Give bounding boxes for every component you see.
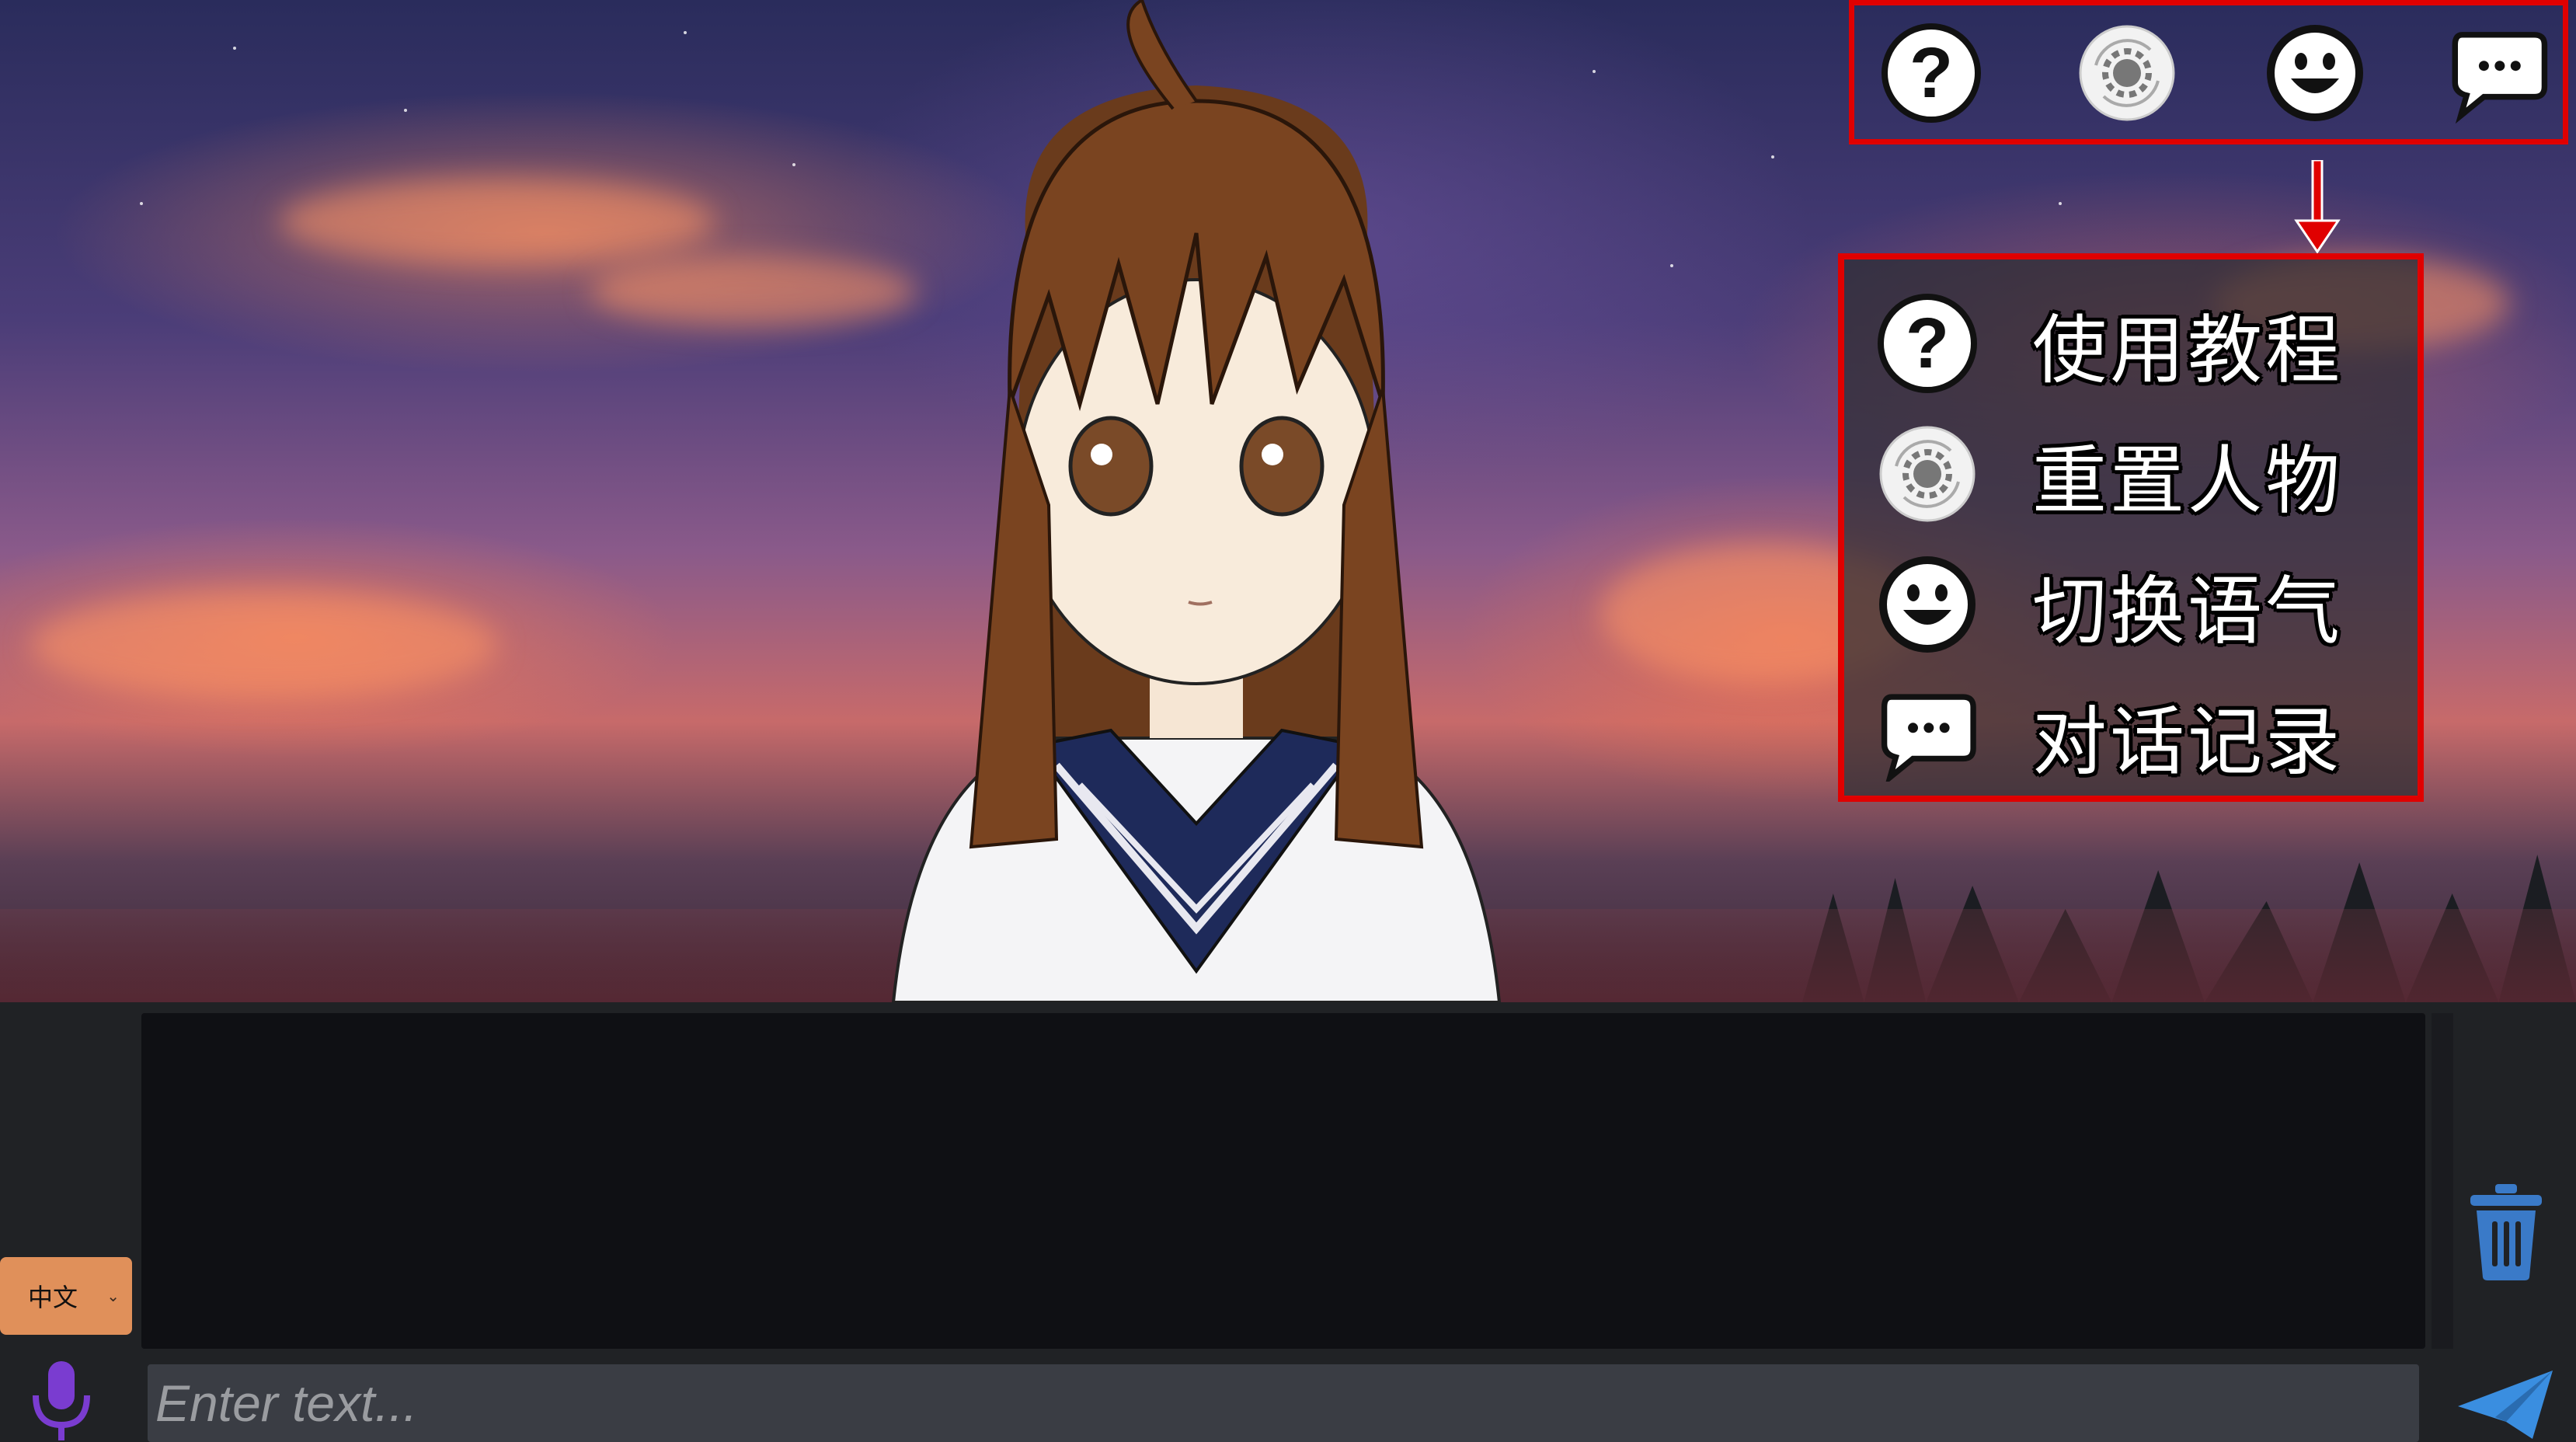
message-input[interactable] [148,1364,2419,1442]
menu-item-chat-history[interactable]: 对话记录 [1877,681,2390,789]
svg-text:?: ? [1909,33,1953,113]
emotion-icon [1879,556,1976,653]
reset-character-icon [2079,25,2175,121]
help-button[interactable]: ? [1881,23,1982,124]
dialog-output-box[interactable] [141,1013,2425,1349]
function-menu: ? 使用教程 重置人物 切换语气 对话记录 [1838,253,2424,802]
chat-history-button[interactable] [2448,23,2549,124]
chat-history-icon [1881,694,1976,782]
menu-item-label: 切换语气 [2032,567,2343,655]
microphone-icon[interactable] [28,1360,95,1442]
emotion-icon [2267,25,2363,121]
language-value: 中文 [28,1283,78,1312]
trash-icon[interactable] [2467,1181,2545,1282]
send-icon[interactable] [2455,1367,2556,1442]
character-illustration [891,0,1502,1004]
chat-panel: 中文 ⌄ [0,1002,2576,1442]
menu-item-switch-tone[interactable]: 切换语气 [1877,550,2390,659]
menu-item-label: 对话记录 [2032,698,2343,785]
anime-character [847,0,1546,1004]
app-window: ? ? 使用教程 重置人物 切换语气 对话记录 中文 ⌄ Enter text.… [0,0,2576,1442]
help-icon: ? [1882,23,1981,123]
help-icon: ? [1878,294,1977,393]
reset-character-icon [1879,426,1976,522]
chevron-down-icon: ⌄ [106,1287,120,1305]
down-arrow-indicator [2294,160,2341,253]
emotion-button[interactable] [2264,23,2365,124]
reset-character-button[interactable] [2076,23,2177,124]
menu-item-label: 重置人物 [2032,437,2343,524]
top-toolbar: ? [1849,0,2568,145]
chat-history-icon [2452,32,2548,124]
language-select[interactable]: 中文 ⌄ [0,1257,132,1335]
dialog-scrollbar[interactable] [2432,1013,2453,1349]
menu-item-tutorial[interactable]: ? 使用教程 [1877,289,2390,398]
svg-text:?: ? [1906,304,1949,383]
menu-item-reset-character[interactable]: 重置人物 [1877,420,2390,528]
menu-item-label: 使用教程 [2032,306,2343,394]
